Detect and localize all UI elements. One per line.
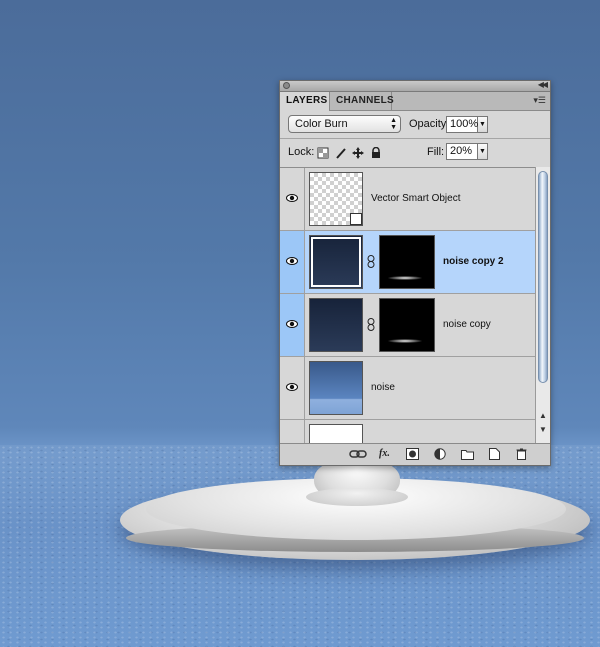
layers-bottom-toolbar: fx. (280, 443, 550, 465)
blend-mode-select[interactable]: Color Burn ▲ ▼ (288, 115, 401, 133)
blend-row: Color Burn ▲ ▼ Opacity: 100% ▼ (280, 114, 550, 138)
close-icon[interactable] (283, 82, 290, 89)
layer-row[interactable]: Vector Smart Object (280, 168, 535, 231)
lock-image-brush-icon[interactable] (335, 147, 347, 159)
adjustment-layer-icon[interactable] (434, 448, 447, 460)
eye-icon (286, 320, 298, 328)
lock-all-icon[interactable] (370, 147, 382, 159)
tab-layers[interactable]: LAYERS (280, 92, 330, 111)
divider (280, 138, 550, 139)
link-layers-icon[interactable] (349, 448, 367, 460)
scroll-up-icon[interactable]: ▲ (539, 411, 547, 420)
scroll-down-icon[interactable]: ▼ (539, 425, 547, 434)
add-mask-icon[interactable] (406, 448, 419, 460)
eye-icon (286, 257, 298, 265)
blend-mode-value: Color Burn (295, 118, 348, 130)
layer-name[interactable]: Vector Smart Object (371, 168, 460, 230)
layer-mask-thumbnail[interactable] (379, 235, 435, 289)
layer-row[interactable]: noise copy (280, 294, 535, 357)
lock-label: Lock: (288, 146, 315, 158)
visibility-toggle[interactable] (280, 357, 305, 419)
smart-object-icon (350, 213, 362, 225)
opacity-label: Opacity: (409, 118, 450, 130)
select-arrows-icon: ▲ ▼ (390, 117, 397, 131)
panel-menu-icon[interactable]: ▾☰ (533, 95, 546, 106)
visibility-toggle[interactable] (280, 231, 305, 293)
mask-highlight (388, 339, 422, 343)
new-group-icon[interactable] (461, 448, 474, 460)
visibility-toggle[interactable] (280, 294, 305, 356)
fx-icon[interactable]: fx. (379, 448, 390, 460)
mask-highlight (388, 276, 422, 280)
eye-icon (286, 383, 298, 391)
scrollbar-thumb[interactable] (538, 171, 548, 383)
tab-channels[interactable]: CHANNELS (330, 92, 394, 110)
layer-thumbnail[interactable] (309, 298, 363, 352)
lock-transparent-icon[interactable] (317, 147, 329, 159)
opacity-field[interactable]: 100% (446, 116, 478, 133)
layer-thumbnail[interactable] (309, 361, 363, 415)
fill-dropdown-icon[interactable]: ▼ (478, 143, 488, 160)
layer-row[interactable]: noise (280, 357, 535, 420)
layers-list: Vector Smart Object noise copy 2 noise c… (280, 167, 535, 446)
layers-scrollbar[interactable]: ▲ ▼ (535, 167, 550, 445)
layer-name[interactable]: noise copy 2 (443, 231, 504, 293)
panel-titlebar[interactable]: ◀◀ (280, 80, 550, 92)
layer-thumbnail[interactable] (309, 172, 363, 226)
fill-field[interactable]: 20% (446, 143, 478, 160)
link-chain-icon[interactable] (367, 255, 375, 268)
visibility-toggle[interactable] (280, 168, 305, 230)
layer-name[interactable]: noise (371, 357, 395, 419)
layer-thumbnail[interactable] (309, 235, 363, 289)
layers-panel: ◀◀ LAYERS CHANNELS ▾☰ Color Burn ▲ ▼ Opac… (279, 80, 551, 466)
layer-mask-thumbnail[interactable] (379, 298, 435, 352)
link-chain-icon[interactable] (367, 318, 375, 331)
panel-tabbar: LAYERS CHANNELS ▾☰ (280, 92, 550, 111)
lock-position-move-icon[interactable] (352, 147, 364, 159)
trash-icon[interactable] (516, 448, 527, 460)
layer-name[interactable]: noise copy (443, 294, 491, 356)
fill-label: Fill: (427, 146, 445, 158)
new-layer-icon[interactable] (489, 448, 500, 460)
collapse-icon[interactable]: ◀◀ (538, 80, 548, 89)
eye-icon (286, 194, 298, 202)
layer-row-selected[interactable]: noise copy 2 (280, 231, 535, 294)
opacity-dropdown-icon[interactable]: ▼ (478, 116, 488, 133)
